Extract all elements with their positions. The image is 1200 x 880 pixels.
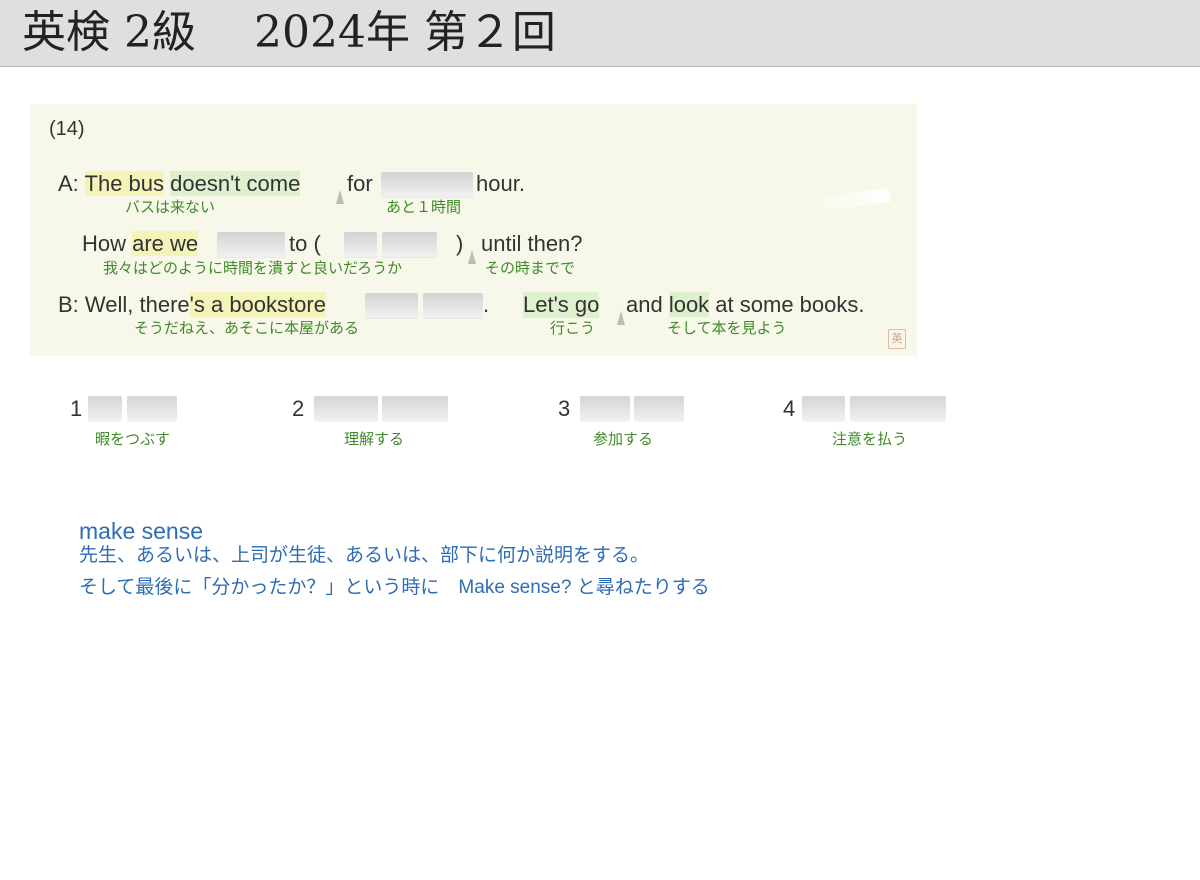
option-gloss: 注意を払う <box>832 431 908 448</box>
phrase-lets-go: Let's go <box>523 292 600 318</box>
note-title: make sense <box>79 518 204 544</box>
caret-marker <box>617 311 625 325</box>
dialogue-line-a: A: The bus doesn't come <box>58 171 301 197</box>
gloss-lets-go: 行こう <box>550 320 596 337</box>
blank-box <box>850 396 946 422</box>
seal-icon: 英 <box>888 329 906 349</box>
blank-box <box>88 396 122 422</box>
blank-box <box>365 293 418 319</box>
option-gloss: 理解する <box>344 431 405 448</box>
dialogue-line-b-end: and look at some books. <box>626 292 865 317</box>
blank-box <box>344 232 377 258</box>
gloss-bus-not-come: バスは来ない <box>125 199 216 216</box>
gloss-there-is-bookstore: そうだねえ、あそこに本屋がある <box>134 320 360 337</box>
gloss-until-then: その時までで <box>485 260 576 277</box>
dialogue-line-a2: How are we <box>82 231 199 256</box>
word-hour: hour. <box>476 171 525 196</box>
question-card: (14) A: The bus doesn't come for hour. バ… <box>30 104 917 356</box>
blank-box <box>382 232 437 258</box>
gloss-how-kill-time: 我々はどのように時間を潰すと良いだろうか <box>103 260 403 277</box>
phrase-are-we: are we <box>132 231 199 256</box>
page-title: 英検 2級 2024年 第２回 <box>22 7 556 58</box>
option-gloss: 暇をつぶす <box>95 431 171 448</box>
blank-box <box>314 396 378 422</box>
period: . <box>483 292 490 317</box>
word-for: for <box>347 171 373 196</box>
note-line-2: そして最後に「分かったか？」という時に Make sense? と尋ねたりする <box>79 577 710 598</box>
speaker-a: A: <box>58 171 85 196</box>
caret-marker <box>468 250 476 264</box>
dialogue-line-b: B: Well, there's a bookstore <box>58 292 326 317</box>
option-number: 3 <box>558 396 571 421</box>
phrase-a-bookstore: 's a bookstore <box>189 292 326 317</box>
decorative-streak <box>799 187 891 215</box>
close-paren: ) <box>456 231 464 256</box>
option-number: 1 <box>70 396 83 421</box>
phrase-until-then: until then? <box>481 231 583 256</box>
blank-box <box>382 396 448 422</box>
blank-box <box>381 172 473 198</box>
blank-box <box>802 396 845 422</box>
word-to-paren: to ( <box>289 231 321 256</box>
gloss-look-books: そして本を見よう <box>667 320 787 337</box>
blank-box <box>127 396 177 422</box>
phrase-the-bus: The bus <box>84 171 165 196</box>
option-gloss: 参加する <box>593 431 654 448</box>
blank-box <box>634 396 684 422</box>
phrase-look: look <box>668 292 710 317</box>
caret-marker <box>336 190 344 204</box>
blank-box <box>580 396 630 422</box>
question-number: (14) <box>49 118 85 140</box>
option-number: 2 <box>292 396 305 421</box>
phrase-doesnt-come: doesn't come <box>170 171 301 196</box>
option-number: 4 <box>783 396 796 421</box>
note-line-1: 先生、あるいは、上司が生徒、あるいは、部下に何か説明をする。 <box>79 545 650 566</box>
blank-box <box>217 232 285 258</box>
gloss-one-more-hour: あと１時間 <box>386 199 462 216</box>
blank-box <box>423 293 483 319</box>
title-bar: 英検 2級 2024年 第２回 <box>0 0 1200 67</box>
